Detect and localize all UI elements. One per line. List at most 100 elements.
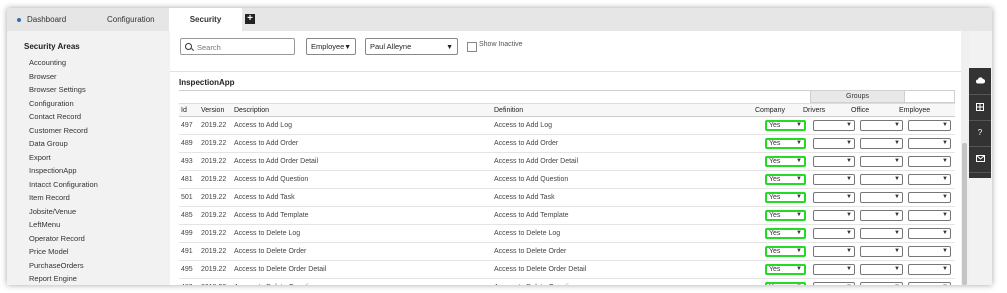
chevron-down-icon: ▼: [942, 158, 948, 164]
row-description: Access to Add Template: [234, 212, 309, 219]
sidebar-item[interactable]: Item Record: [29, 191, 98, 205]
col-office[interactable]: Office: [851, 104, 869, 118]
company-select[interactable]: Yes ▼: [765, 210, 806, 221]
drivers-select[interactable]: ▼: [813, 246, 855, 257]
employee-select[interactable]: ▼: [908, 156, 951, 167]
employee-select[interactable]: ▼: [908, 138, 951, 149]
tab-dashboard[interactable]: Dashboard: [17, 8, 97, 31]
drivers-select[interactable]: ▼: [813, 138, 855, 149]
col-version[interactable]: Version: [201, 104, 224, 118]
role-select[interactable]: Employee ▼: [306, 38, 356, 55]
employee-select[interactable]: ▼: [908, 246, 951, 257]
office-select[interactable]: ▼: [860, 192, 903, 203]
sidebar-item[interactable]: Customer Record: [29, 124, 98, 138]
drivers-select[interactable]: ▼: [813, 156, 855, 167]
company-select[interactable]: Yes ▼: [765, 228, 806, 239]
tab-configuration[interactable]: Configuration: [107, 8, 167, 31]
user-select[interactable]: Paul Alleyne ▼: [365, 38, 458, 55]
office-select[interactable]: ▼: [860, 210, 903, 221]
cloud-icon[interactable]: [969, 68, 991, 95]
chevron-down-icon: ▼: [894, 230, 900, 236]
drivers-select[interactable]: ▼: [813, 192, 855, 203]
table-row: 481 2019.22 Access to Add Question Access t…: [179, 171, 955, 189]
col-company[interactable]: Company: [755, 104, 785, 118]
col-id[interactable]: Id: [181, 104, 187, 118]
chevron-down-icon: ▼: [846, 230, 852, 236]
office-select[interactable]: ▼: [860, 138, 903, 149]
user-select-value: Paul Alleyne: [370, 42, 412, 51]
employee-select[interactable]: ▼: [908, 228, 951, 239]
drivers-select[interactable]: ▼: [813, 120, 855, 131]
company-select[interactable]: Yes ▼: [765, 156, 806, 167]
company-select[interactable]: Yes ▼: [765, 246, 806, 257]
sidebar-item[interactable]: Report Engine: [29, 272, 98, 285]
employee-select[interactable]: ▼: [908, 120, 951, 131]
chevron-down-icon: ▼: [796, 194, 802, 200]
company-select-value: Yes: [769, 122, 781, 129]
sidebar-item[interactable]: Accounting: [29, 56, 98, 70]
help-icon[interactable]: ?: [969, 120, 991, 147]
office-select[interactable]: ▼: [860, 120, 903, 131]
chevron-down-icon: ▼: [942, 140, 948, 146]
employee-select[interactable]: ▼: [908, 210, 951, 221]
row-description: Access to Delete Question: [234, 279, 317, 285]
company-select-value: Yes: [769, 230, 781, 237]
employee-select[interactable]: ▼: [908, 264, 951, 275]
office-select[interactable]: ▼: [860, 282, 903, 285]
chevron-down-icon: ▼: [894, 122, 900, 128]
search-input[interactable]: Search: [180, 38, 295, 55]
vertical-scrollbar[interactable]: [961, 31, 969, 285]
company-select[interactable]: Yes ▼: [765, 282, 806, 285]
mail-icon[interactable]: [969, 146, 991, 173]
employee-select[interactable]: ▼: [908, 174, 951, 185]
chevron-down-icon: ▼: [796, 122, 802, 128]
drivers-select[interactable]: ▼: [813, 174, 855, 185]
office-select[interactable]: ▼: [860, 246, 903, 257]
office-select[interactable]: ▼: [860, 228, 903, 239]
chevron-down-icon: ▼: [796, 176, 802, 182]
drivers-select[interactable]: ▼: [813, 264, 855, 275]
row-id: 491: [181, 248, 193, 255]
company-select[interactable]: Yes ▼: [765, 138, 806, 149]
col-drivers[interactable]: Drivers: [803, 104, 825, 118]
grid-icon[interactable]: [969, 94, 991, 121]
row-id: 495: [181, 266, 193, 273]
company-select[interactable]: Yes ▼: [765, 120, 806, 131]
col-description[interactable]: Description: [234, 104, 269, 118]
sidebar-item[interactable]: Data Group: [29, 137, 98, 151]
tab-security[interactable]: Security: [169, 8, 242, 31]
sidebar-item[interactable]: Export: [29, 151, 98, 165]
main-content: Search Employee ▼ Paul Alleyne ▼ Show In…: [170, 31, 962, 285]
sidebar-item[interactable]: Jobsite/Venue: [29, 205, 98, 219]
show-inactive-checkbox[interactable]: [467, 42, 477, 52]
company-select[interactable]: Yes ▼: [765, 192, 806, 203]
company-select[interactable]: Yes ▼: [765, 264, 806, 275]
col-employee[interactable]: Employee: [899, 104, 930, 118]
employee-select[interactable]: ▼: [908, 282, 951, 285]
scrollbar-thumb[interactable]: [962, 143, 967, 285]
sidebar-item[interactable]: Operator Record: [29, 232, 98, 246]
col-definition[interactable]: Definition: [494, 104, 523, 118]
company-select[interactable]: Yes ▼: [765, 174, 806, 185]
divider: [170, 71, 962, 72]
add-tab-button[interactable]: +: [245, 14, 255, 24]
office-select[interactable]: ▼: [860, 156, 903, 167]
employee-select[interactable]: ▼: [908, 192, 951, 203]
sidebar-item[interactable]: Price Model: [29, 245, 98, 259]
office-select[interactable]: ▼: [860, 264, 903, 275]
row-description: Access to Add Order: [234, 140, 299, 147]
table-row: 485 2019.22 Access to Add Template Access t…: [179, 207, 955, 225]
office-select[interactable]: ▼: [860, 174, 903, 185]
sidebar-item[interactable]: Intacct Configuration: [29, 178, 98, 192]
row-description: Access to Add Log: [234, 122, 292, 129]
sidebar-item[interactable]: Browser Settings: [29, 83, 98, 97]
drivers-select[interactable]: ▼: [813, 282, 855, 285]
sidebar-item[interactable]: Contact Record: [29, 110, 98, 124]
sidebar-item[interactable]: PurchaseOrders: [29, 259, 98, 273]
sidebar-item[interactable]: Browser: [29, 70, 98, 84]
sidebar-item[interactable]: LeftMenu: [29, 218, 98, 232]
sidebar-item[interactable]: Configuration: [29, 97, 98, 111]
sidebar-item[interactable]: InspectionApp: [29, 164, 98, 178]
drivers-select[interactable]: ▼: [813, 228, 855, 239]
drivers-select[interactable]: ▼: [813, 210, 855, 221]
